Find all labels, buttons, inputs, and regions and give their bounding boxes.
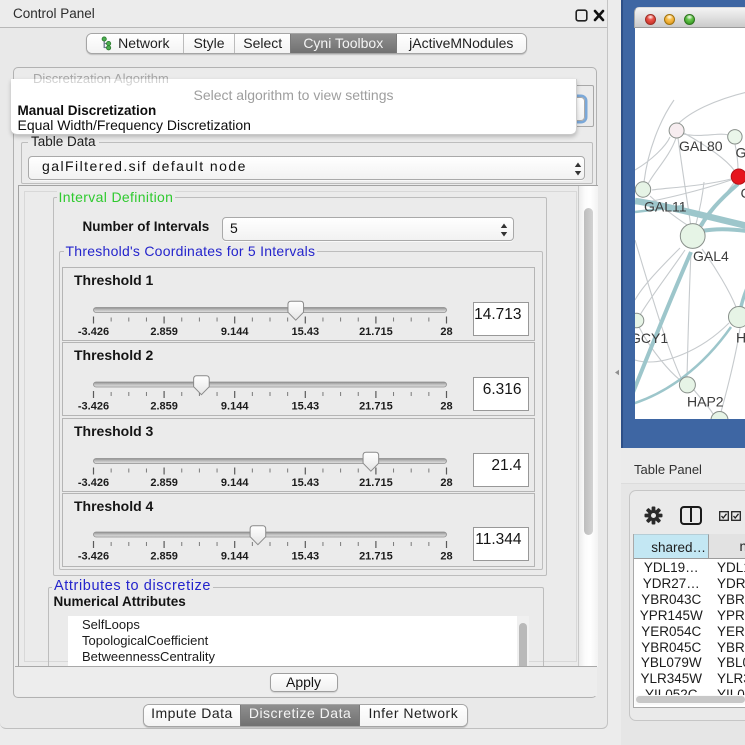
svg-text:21.715: 21.715 xyxy=(359,326,393,338)
svg-text:2.859: 2.859 xyxy=(150,477,178,489)
svg-text:GCY1: GCY1 xyxy=(635,330,668,346)
svg-text:2.859: 2.859 xyxy=(150,401,178,413)
svg-text:-3.426: -3.426 xyxy=(77,326,108,338)
svg-text:28: 28 xyxy=(440,477,452,489)
svg-text:GAL4: GAL4 xyxy=(693,248,729,264)
svg-text:2.859: 2.859 xyxy=(150,326,178,338)
svg-text:15.43: 15.43 xyxy=(291,477,319,489)
svg-text:28: 28 xyxy=(440,401,452,413)
svg-text:HAP2: HAP2 xyxy=(687,394,724,410)
svg-text:28: 28 xyxy=(440,551,452,563)
svg-text:C: C xyxy=(741,185,745,201)
svg-text:28: 28 xyxy=(440,326,452,338)
svg-text:-3.426: -3.426 xyxy=(77,477,108,489)
svg-text:9.144: 9.144 xyxy=(220,551,248,563)
svg-text:21.715: 21.715 xyxy=(359,551,393,563)
svg-text:H: H xyxy=(736,330,745,346)
svg-text:GAL11: GAL11 xyxy=(644,199,687,215)
svg-text:9.144: 9.144 xyxy=(220,477,248,489)
svg-text:15.43: 15.43 xyxy=(291,326,319,338)
svg-text:21.715: 21.715 xyxy=(359,401,393,413)
svg-text:9.144: 9.144 xyxy=(220,326,248,338)
svg-text:-3.426: -3.426 xyxy=(77,551,108,563)
svg-text:GAL80: GAL80 xyxy=(679,138,723,154)
svg-text:9.144: 9.144 xyxy=(220,401,248,413)
svg-text:15.43: 15.43 xyxy=(291,551,319,563)
svg-text:GA: GA xyxy=(736,145,745,161)
svg-text:-3.426: -3.426 xyxy=(77,401,108,413)
svg-text:21.715: 21.715 xyxy=(359,477,393,489)
svg-text:15.43: 15.43 xyxy=(291,401,319,413)
svg-text:2.859: 2.859 xyxy=(150,551,178,563)
